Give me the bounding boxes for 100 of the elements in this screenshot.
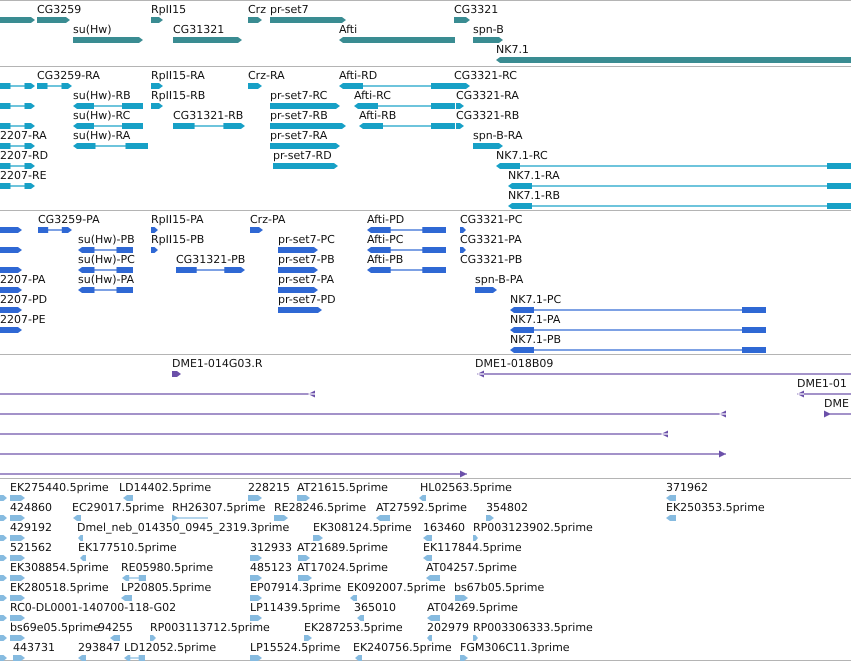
est-arrow[interactable] bbox=[0, 574, 7, 582]
transcript-glyph[interactable] bbox=[0, 182, 35, 190]
transcript-glyph[interactable] bbox=[37, 82, 72, 90]
clone-line[interactable] bbox=[824, 410, 851, 418]
est-arrow[interactable] bbox=[150, 634, 156, 642]
transcript-glyph[interactable] bbox=[456, 122, 464, 130]
est-arrow[interactable] bbox=[473, 634, 478, 642]
transcript-glyph[interactable] bbox=[456, 102, 464, 110]
est-arrow[interactable] bbox=[0, 614, 7, 622]
clone-line[interactable] bbox=[172, 370, 181, 378]
clone-line[interactable] bbox=[477, 370, 851, 378]
protein-glyph[interactable] bbox=[475, 286, 497, 294]
protein-glyph[interactable] bbox=[78, 286, 133, 294]
clone-line[interactable] bbox=[0, 410, 726, 418]
est-arrow[interactable] bbox=[423, 534, 432, 542]
gene-arrow[interactable] bbox=[37, 16, 70, 24]
est-arrow[interactable] bbox=[250, 594, 262, 602]
est-arrow[interactable] bbox=[10, 494, 25, 502]
protein-glyph[interactable] bbox=[510, 326, 766, 334]
est-arrow[interactable] bbox=[427, 634, 432, 642]
est-arrow[interactable] bbox=[13, 654, 25, 662]
protein-glyph[interactable] bbox=[510, 306, 766, 314]
transcript-glyph[interactable] bbox=[0, 142, 35, 150]
est-arrow[interactable] bbox=[0, 594, 7, 602]
est-arrow[interactable] bbox=[427, 614, 440, 622]
protein-glyph[interactable] bbox=[510, 346, 766, 354]
est-arrow[interactable] bbox=[666, 494, 676, 502]
est-arrow[interactable] bbox=[297, 494, 310, 502]
clone-line[interactable] bbox=[0, 450, 726, 458]
clone-line[interactable] bbox=[0, 390, 315, 398]
protein-glyph[interactable] bbox=[151, 226, 158, 234]
transcript-glyph[interactable] bbox=[173, 122, 245, 130]
est-arrow[interactable] bbox=[10, 594, 25, 602]
transcript-glyph[interactable] bbox=[73, 122, 143, 130]
est-arrow[interactable] bbox=[78, 534, 83, 542]
est-arrow[interactable] bbox=[10, 614, 25, 622]
protein-glyph[interactable] bbox=[460, 226, 466, 234]
est-arrow[interactable] bbox=[274, 514, 288, 522]
gene-arrow[interactable] bbox=[454, 16, 470, 24]
transcript-glyph[interactable] bbox=[151, 102, 163, 110]
transcript-glyph[interactable] bbox=[73, 142, 148, 150]
transcript-glyph[interactable] bbox=[508, 202, 851, 210]
est-arrow[interactable] bbox=[250, 614, 262, 622]
protein-glyph[interactable] bbox=[78, 266, 133, 274]
est-arrow[interactable] bbox=[0, 534, 7, 542]
est-arrow[interactable] bbox=[122, 574, 146, 582]
transcript-glyph[interactable] bbox=[273, 162, 338, 170]
transcript-glyph[interactable] bbox=[473, 142, 503, 150]
est-arrow[interactable] bbox=[419, 494, 426, 502]
est-arrow[interactable] bbox=[0, 554, 7, 562]
transcript-glyph[interactable] bbox=[0, 102, 35, 110]
est-arrow[interactable] bbox=[376, 514, 390, 522]
est-arrow[interactable] bbox=[355, 654, 362, 662]
protein-glyph[interactable] bbox=[78, 246, 133, 254]
est-arrow[interactable] bbox=[313, 534, 323, 542]
est-arrow[interactable] bbox=[124, 654, 145, 662]
transcript-glyph[interactable] bbox=[248, 82, 262, 90]
clone-line[interactable] bbox=[0, 430, 668, 438]
est-arrow[interactable] bbox=[10, 514, 25, 522]
est-arrow[interactable] bbox=[486, 514, 494, 522]
protein-glyph[interactable] bbox=[0, 246, 22, 254]
est-arrow[interactable] bbox=[0, 654, 7, 662]
protein-glyph[interactable] bbox=[367, 226, 446, 234]
est-arrow[interactable] bbox=[10, 534, 25, 542]
est-arrow[interactable] bbox=[304, 634, 312, 642]
gene-arrow[interactable] bbox=[248, 16, 262, 24]
est-arrow[interactable] bbox=[80, 554, 86, 562]
est-arrow[interactable] bbox=[357, 614, 364, 622]
est-arrow[interactable] bbox=[123, 494, 133, 502]
est-arrow[interactable] bbox=[10, 574, 25, 582]
transcript-glyph[interactable] bbox=[0, 162, 35, 170]
est-arrow[interactable] bbox=[172, 514, 208, 522]
transcript-glyph[interactable] bbox=[270, 122, 346, 130]
transcript-glyph[interactable] bbox=[0, 122, 35, 130]
est-arrow[interactable] bbox=[248, 494, 262, 502]
est-arrow[interactable] bbox=[298, 574, 312, 582]
est-arrow[interactable] bbox=[110, 634, 120, 642]
protein-glyph[interactable] bbox=[0, 226, 22, 234]
protein-glyph[interactable] bbox=[278, 246, 318, 254]
est-arrow[interactable] bbox=[121, 594, 132, 602]
gene-arrow[interactable] bbox=[73, 36, 143, 44]
gene-arrow[interactable] bbox=[473, 36, 503, 44]
protein-glyph[interactable] bbox=[460, 246, 466, 254]
est-arrow[interactable] bbox=[10, 634, 25, 642]
est-arrow[interactable] bbox=[73, 514, 81, 522]
protein-glyph[interactable] bbox=[0, 286, 22, 294]
gene-arrow[interactable] bbox=[173, 36, 242, 44]
est-arrow[interactable] bbox=[250, 654, 262, 662]
protein-glyph[interactable] bbox=[250, 226, 263, 234]
transcript-glyph[interactable] bbox=[508, 182, 851, 190]
protein-glyph[interactable] bbox=[176, 266, 245, 274]
est-arrow[interactable] bbox=[298, 554, 310, 562]
est-arrow[interactable] bbox=[666, 514, 676, 522]
est-arrow[interactable] bbox=[250, 574, 262, 582]
protein-glyph[interactable] bbox=[151, 246, 158, 254]
protein-glyph[interactable] bbox=[38, 226, 72, 234]
est-arrow[interactable] bbox=[78, 654, 86, 662]
transcript-glyph[interactable] bbox=[454, 82, 470, 90]
gene-arrow[interactable] bbox=[0, 16, 35, 24]
transcript-glyph[interactable] bbox=[270, 142, 340, 150]
